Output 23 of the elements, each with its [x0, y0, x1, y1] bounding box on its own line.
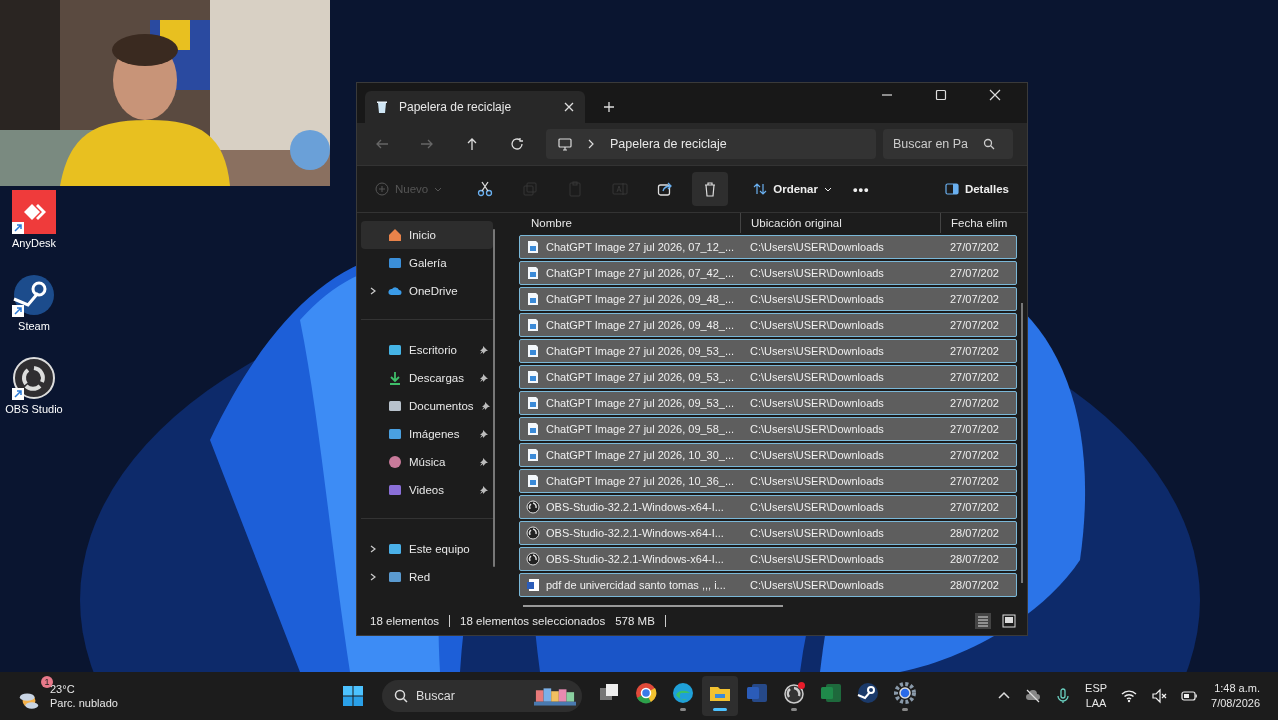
- speaker-muted-icon[interactable]: [1151, 688, 1168, 704]
- cloud-off-icon[interactable]: [1025, 688, 1042, 704]
- browser-icon: [671, 681, 695, 705]
- weather-description[interactable]: Parc. nublado: [50, 696, 118, 710]
- microphone-icon[interactable]: [1055, 688, 1072, 704]
- clock[interactable]: 1:48 a.m. 7/08/2026: [1211, 681, 1260, 711]
- temperature[interactable]: 23°C: [50, 682, 118, 696]
- game-store-icon: [856, 681, 880, 705]
- search-icon[interactable]: [394, 689, 408, 703]
- spreadsheet-app-icon: [819, 681, 843, 705]
- houses-drawing: [534, 686, 576, 706]
- taskbar-app-button[interactable]: [702, 676, 738, 716]
- browser-icon: [634, 681, 658, 705]
- battery-icon[interactable]: [1181, 688, 1198, 704]
- notification-badge: 1: [41, 676, 53, 688]
- recorder-app-icon: [782, 681, 806, 705]
- start-icon[interactable]: [341, 684, 365, 708]
- taskbar-search-input[interactable]: Buscar: [416, 689, 526, 703]
- wifi-icon[interactable]: [1121, 688, 1138, 704]
- settings-icon: [893, 681, 917, 705]
- input-language-indicator[interactable]: ESP LAA: [1085, 681, 1108, 711]
- taskbar-search-field[interactable]: Buscar: [382, 680, 582, 712]
- document-app-icon: [745, 681, 769, 705]
